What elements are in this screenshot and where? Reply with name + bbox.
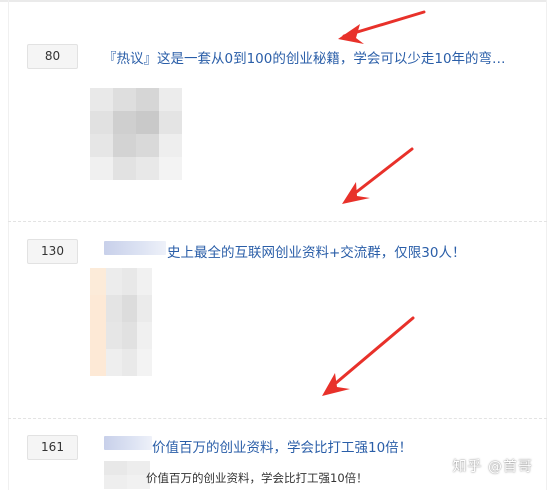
count-badge: 130 (27, 239, 78, 264)
blurred-tag (104, 241, 166, 255)
list-item: 161 价值百万的创业资料，学会比打工强10倍！ 价值百万的创业资料，学会比打工… (0, 419, 547, 490)
title-link[interactable]: 史上最全的互联网创业资料+交流群，仅限30人！ (167, 241, 527, 261)
list-item: 130 史上最全的互联网创业资料+交流群，仅限30人！ (0, 222, 547, 417)
title-link[interactable]: 『热议』这是一套从0到100的创业秘籍，学会可以少走10年的弯路！ (103, 47, 513, 67)
summary-text: 价值百万的创业资料，学会比打工强10倍！ (146, 471, 368, 485)
list-item: 80 『热议』这是一套从0到100的创业秘籍，学会可以少走10年的弯路！ (0, 0, 547, 220)
blurred-thumbnail (90, 88, 182, 180)
count-badge: 161 (27, 435, 78, 460)
page: 80 『热议』这是一套从0到100的创业秘籍，学会可以少走10年的弯路！ 130 (0, 0, 547, 490)
count-badge: 80 (27, 44, 78, 69)
blurred-tag (104, 436, 152, 450)
watermark: 知乎 @首哥 (452, 459, 533, 475)
blurred-thumbnail (104, 461, 150, 489)
blurred-thumbnail (90, 268, 152, 376)
title-link[interactable]: 价值百万的创业资料，学会比打工强10倍！ (152, 436, 452, 456)
